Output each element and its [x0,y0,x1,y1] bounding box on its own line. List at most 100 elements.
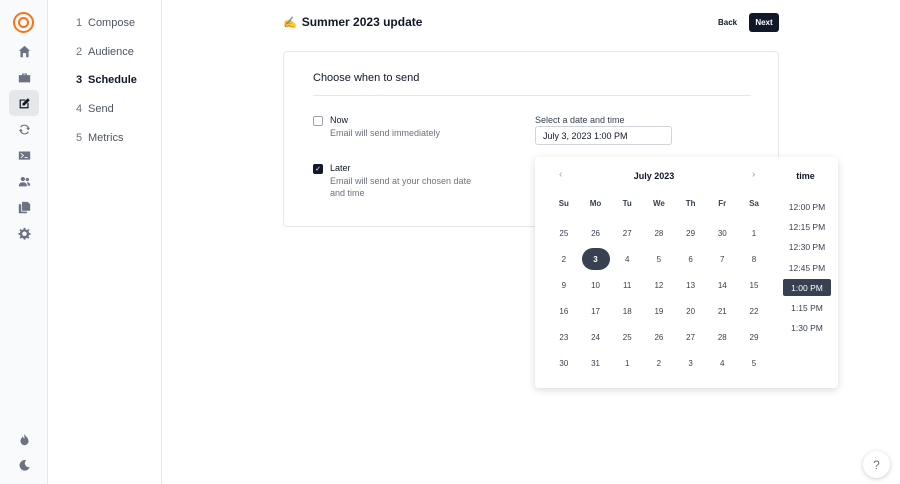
calendar-day[interactable]: 19 [643,300,675,322]
calendar-day[interactable]: 4 [611,248,643,270]
time-option[interactable]: 12:45 PM [783,259,831,276]
time-header: time [796,171,815,181]
now-checkbox[interactable] [313,116,323,126]
step-send[interactable]: 4 Send [76,100,114,118]
week-row: 16 17 18 19 20 21 22 [548,300,770,322]
calendar-day[interactable]: 29 [675,222,707,244]
calendar-day[interactable]: 22 [738,300,770,322]
calendar-day[interactable]: 20 [675,300,707,322]
datetime-input[interactable]: July 3, 2023 1:00 PM [535,126,672,145]
back-button[interactable]: Back [711,13,744,32]
calendar-day-selected[interactable]: 3 [580,248,612,270]
calendar-day[interactable]: 17 [580,300,612,322]
logo-icon[interactable] [13,12,34,33]
flame-icon[interactable] [9,426,39,452]
calendar-day[interactable]: 3 [675,352,707,374]
calendar-day[interactable]: 25 [611,326,643,348]
day-number: 14 [717,280,727,290]
calendar-day[interactable]: 2 [548,248,580,270]
calendar-day[interactable]: 25 [548,222,580,244]
calendar-day[interactable]: 11 [611,274,643,296]
calendar-day[interactable]: 1 [611,352,643,374]
divider [313,95,751,96]
step-schedule[interactable]: 3 Schedule [76,71,137,89]
day-number: 11 [623,280,632,290]
option-description: Email will send at your chosen date and … [330,176,472,198]
datetime-picker: ‹ July 2023 › Su Mo Tu We Th Fr Sa 25 26… [535,157,838,388]
time-option[interactable]: 12:15 PM [783,218,831,235]
week-row: 25 26 27 28 29 30 1 [548,222,770,244]
users-icon[interactable] [9,168,39,194]
settings-icon[interactable] [9,220,39,246]
briefcase-icon[interactable] [9,64,39,90]
day-number: 4 [720,358,725,368]
day-number: 2 [656,358,662,368]
calendar-day[interactable]: 28 [643,222,675,244]
calendar-day[interactable]: 24 [580,326,612,348]
day-number: 29 [749,332,759,342]
calendar-day[interactable]: 10 [580,274,612,296]
icon-rail [0,0,48,484]
calendar-day[interactable]: 27 [611,222,643,244]
calendar-day[interactable]: 29 [738,326,770,348]
weekday-label: Sa [749,199,759,208]
calendar-day[interactable]: 26 [643,326,675,348]
calendar-day[interactable]: 4 [706,352,738,374]
day-number: 3 [688,358,693,368]
home-icon[interactable] [9,38,39,64]
calendar-day[interactable]: 16 [548,300,580,322]
calendar-day[interactable]: 2 [643,352,675,374]
calendar-day[interactable]: 30 [706,222,738,244]
calendar-day[interactable]: 5 [738,352,770,374]
day-number: 16 [559,306,569,316]
calendar-day[interactable]: 23 [548,326,580,348]
time-option[interactable]: 12:30 PM [783,238,831,255]
chevron-right-icon[interactable]: › [752,169,755,180]
time-option[interactable]: 1:15 PM [783,299,831,316]
calendar-day[interactable]: 30 [548,352,580,374]
time-option[interactable]: 12:00 PM [783,198,831,215]
calendar-day[interactable]: 12 [643,274,675,296]
calendar-day[interactable]: 28 [706,326,738,348]
later-checkbox[interactable]: ✓ [313,164,323,174]
calendar-day[interactable]: 9 [548,274,580,296]
calendar-day[interactable]: 27 [675,326,707,348]
calendar-day[interactable]: 7 [706,248,738,270]
time-option-selected[interactable]: 1:00 PM [783,279,831,296]
week-row: 30 31 1 2 3 4 5 [548,352,770,374]
calendar-day[interactable]: 14 [706,274,738,296]
writing-hand-icon: ✍ [283,16,297,29]
calendar-day[interactable]: 5 [643,248,675,270]
time-option[interactable]: 1:30 PM [783,319,831,336]
documents-icon[interactable] [9,194,39,220]
day-number: 1 [751,228,757,238]
refresh-icon[interactable] [9,116,39,142]
calendar-month: July 2023 [633,171,675,181]
next-button[interactable]: Next [749,13,779,32]
moon-icon[interactable] [9,452,39,478]
day-number: 23 [559,332,569,342]
day-number: 8 [751,254,757,264]
help-button[interactable]: ? [863,451,890,478]
calendar-day[interactable]: 18 [611,300,643,322]
step-metrics[interactable]: 5 Metrics [76,129,123,147]
calendar-day[interactable]: 31 [580,352,612,374]
calendar-day[interactable]: 26 [580,222,612,244]
day-number: 30 [717,228,727,238]
day-number: 6 [688,254,693,264]
day-number: 2 [561,254,567,264]
step-audience[interactable]: 2 Audience [76,43,134,61]
day-number: 12 [654,280,664,290]
calendar-day[interactable]: 6 [675,248,707,270]
calendar-day[interactable]: 8 [738,248,770,270]
calendar-day[interactable]: 21 [706,300,738,322]
calendar-day[interactable]: 15 [738,274,770,296]
day-number: 28 [717,332,727,342]
calendar-day[interactable]: 1 [738,222,770,244]
calendar-day[interactable]: 13 [675,274,707,296]
option-title: Now [330,115,349,125]
terminal-icon[interactable] [9,142,39,168]
day-number: 5 [751,358,757,368]
step-compose[interactable]: 1 Compose [76,14,135,32]
edit-icon[interactable] [9,90,39,116]
